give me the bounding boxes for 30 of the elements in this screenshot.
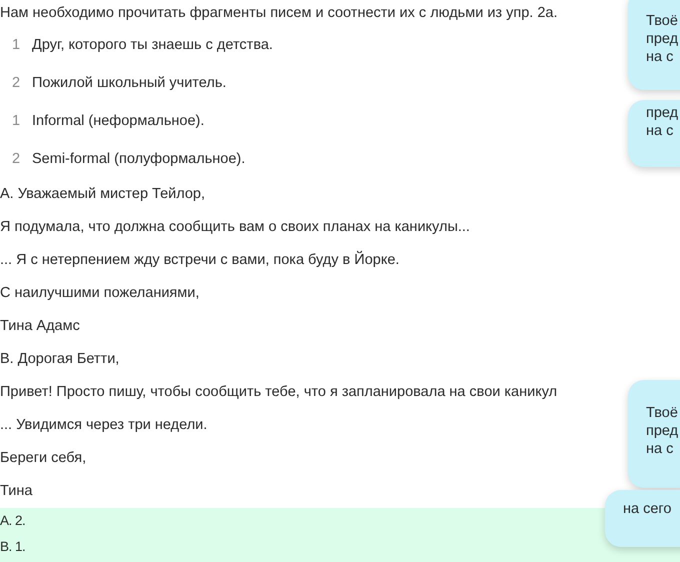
- item-number: 2: [12, 151, 22, 167]
- letter-line: ... Я с нетерпением жду встречи с вами, пока буду в Йорке.: [0, 252, 400, 268]
- task-text: Нам необходимо прочитать фрагменты писем и соотнести их с людьми из упр. 2а.: [0, 5, 558, 21]
- item-text: Informal (неформальное).: [32, 113, 204, 129]
- letter-line: С наилучшими пожеланиями,: [0, 285, 200, 301]
- letter-line: В. Дорогая Бетти,: [0, 351, 120, 367]
- popup-text: на сего: [623, 500, 672, 518]
- item-text: Пожилой школьный учитель.: [32, 75, 226, 91]
- popup-text: Твоё: [646, 404, 679, 422]
- popup-text: на с: [646, 122, 674, 140]
- item-number: 2: [12, 75, 22, 91]
- item-number: 1: [12, 37, 22, 53]
- popup-text: Твоё: [646, 12, 679, 30]
- answer-text: А. 2.: [0, 513, 26, 528]
- letter-line: Тина: [0, 483, 32, 499]
- popup-text: пред: [646, 422, 680, 440]
- item-number: 1: [12, 113, 22, 129]
- answer-text: В. 1.: [0, 539, 26, 554]
- letter-line: Я подумала, что должна сообщить вам о своих планах на каникулы...: [0, 219, 470, 235]
- popup-text: пред: [646, 30, 680, 48]
- letter-line: ... Увидимся через три недели.: [0, 417, 208, 433]
- item-text: Semi-formal (полуформальное).: [32, 151, 246, 167]
- letter-line: А. Уважаемый мистер Тейлор,: [0, 186, 206, 202]
- popup-text: на с: [646, 440, 674, 458]
- item-text: Друг, которого ты знаешь с детства.: [32, 37, 273, 53]
- popup-text: пред: [646, 104, 680, 122]
- letter-line: Привет! Просто пишу, чтобы сообщить тебе, что я запланировала на свои каникул: [0, 384, 558, 400]
- letter-line: Тина Адамс: [0, 318, 80, 334]
- letter-line: Береги себя,: [0, 450, 86, 466]
- popup-text: на с: [646, 48, 674, 66]
